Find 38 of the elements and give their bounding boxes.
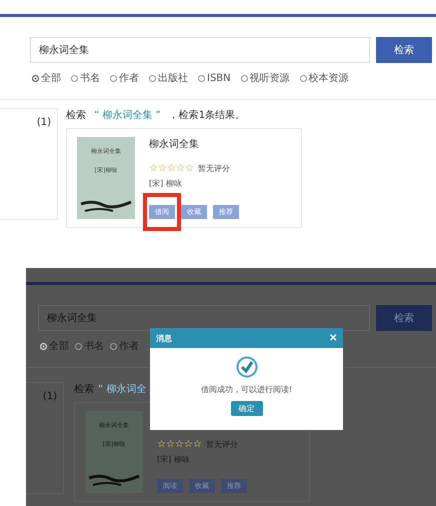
- filter-radio[interactable]: 全部: [32, 71, 61, 85]
- star-icon: ☆: [174, 440, 184, 450]
- search-query: “ 柳永词全集 ”: [94, 108, 161, 122]
- search-field[interactable]: 柳永词全集: [38, 305, 370, 331]
- brush-drawing: [80, 199, 132, 213]
- star-icon: ☆: [176, 164, 185, 174]
- filter-radio[interactable]: 视听资源: [240, 71, 290, 85]
- results-label: 检索: [66, 108, 86, 122]
- check-circle-icon: [236, 356, 258, 378]
- star-icon: ☆: [166, 440, 175, 450]
- close-button[interactable]: ✕: [329, 332, 337, 344]
- book-title[interactable]: 柳永词全集: [149, 137, 239, 151]
- brush-drawing: [88, 473, 140, 487]
- dialog-title: 消息: [156, 332, 172, 344]
- filter-radio[interactable]: 书名: [71, 71, 100, 85]
- filter-radio[interactable]: 作者: [110, 71, 139, 85]
- filter-radio[interactable]: ISBN: [198, 71, 231, 85]
- star-icon: ☆: [192, 440, 202, 450]
- star-icon: ☆: [157, 440, 166, 450]
- dialog-message: 借阅成功，可以进行阅读!: [200, 384, 292, 395]
- book-author: [宋] 柳咏: [149, 178, 183, 189]
- search-button[interactable]: 检索: [376, 305, 432, 331]
- star-icon: ☆: [166, 164, 176, 174]
- star-icon: ☆: [184, 440, 193, 450]
- star-icon: ☆: [149, 164, 158, 174]
- result-count: (1): [42, 391, 57, 404]
- search-query: “ 柳永词全: [98, 382, 146, 396]
- confirm-button[interactable]: 确定: [230, 401, 262, 416]
- result-count: (1): [36, 117, 51, 130]
- filter-radio[interactable]: 出版社: [149, 71, 188, 85]
- filter-radio[interactable]: 校本资源: [300, 71, 349, 85]
- search-field[interactable]: 柳永词全集: [30, 37, 370, 63]
- results-summary: ，检索1条结果。: [168, 108, 246, 122]
- star-icon: ☆: [184, 164, 194, 174]
- rating-text: 暂无评分: [198, 163, 230, 174]
- search-button[interactable]: 检索: [376, 37, 432, 63]
- results-label: 检索: [74, 382, 94, 396]
- star-icon: ☆: [158, 164, 167, 174]
